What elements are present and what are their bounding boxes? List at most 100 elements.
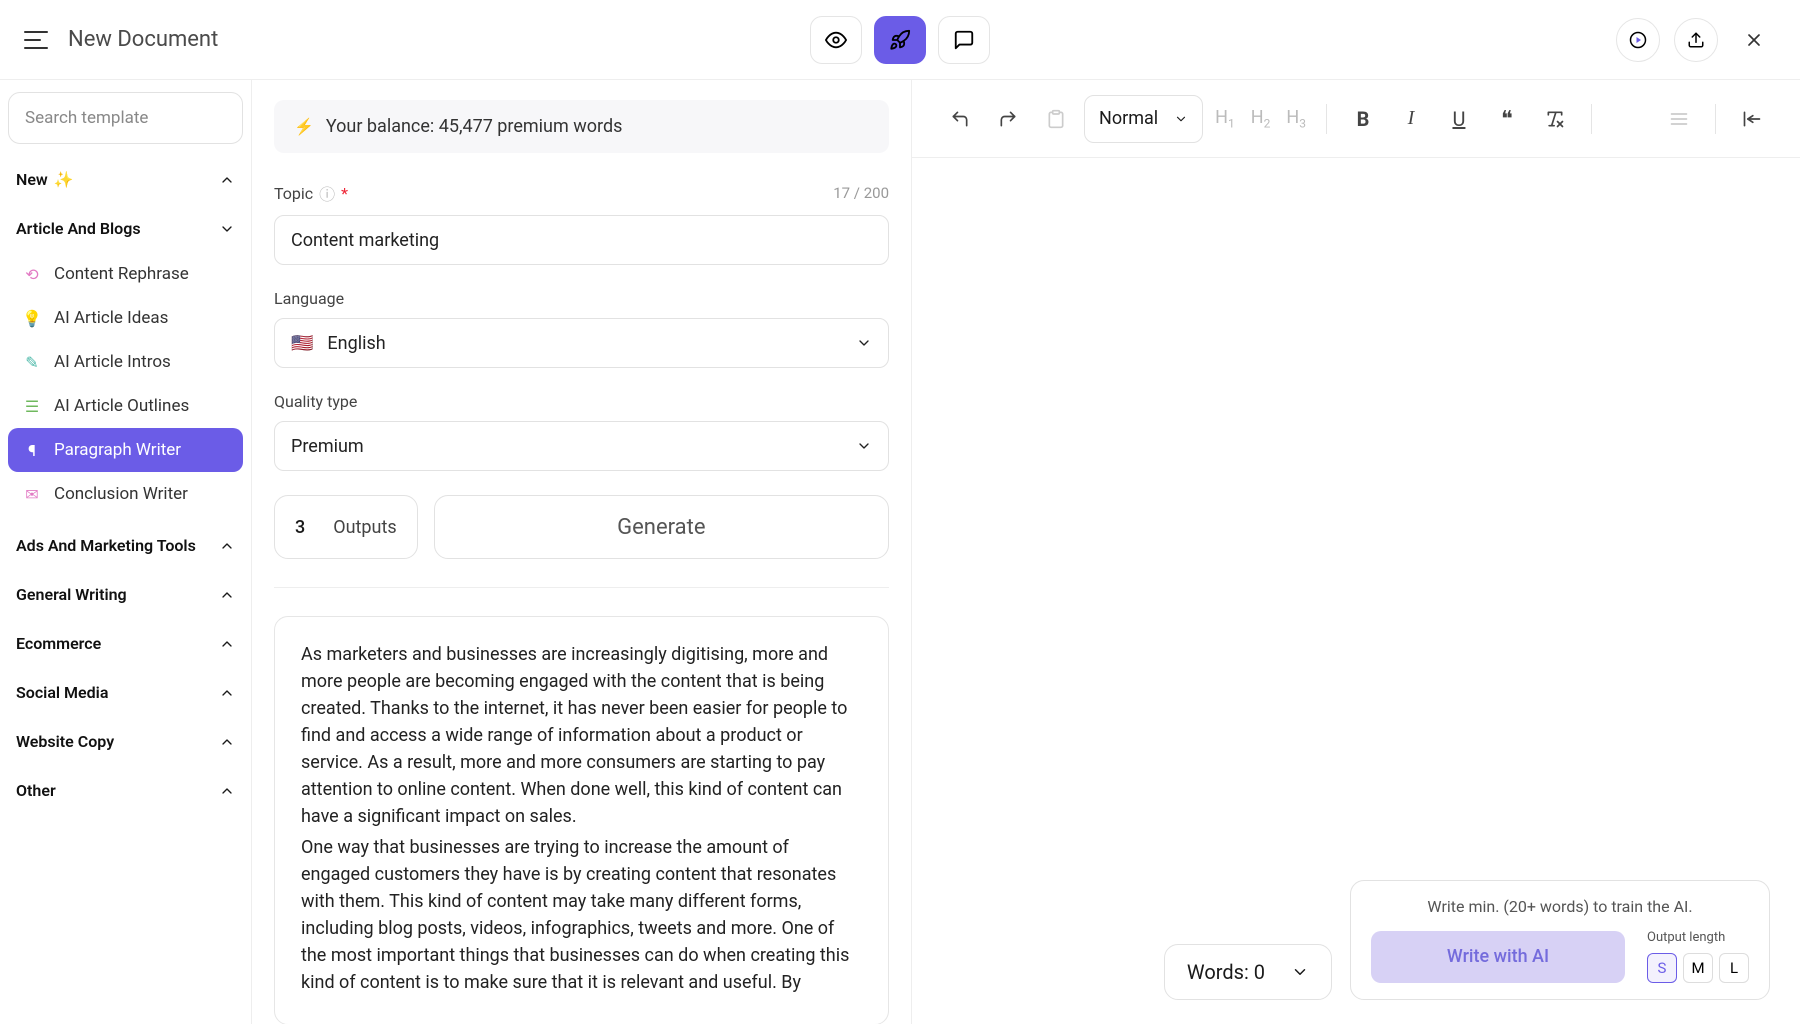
outputs-stepper[interactable]: 3 Outputs	[274, 495, 418, 559]
play-button[interactable]	[1616, 18, 1660, 62]
paragraph-style-select[interactable]: Normal	[1084, 95, 1203, 143]
redo-button[interactable]	[988, 99, 1028, 139]
group-website[interactable]: Website Copy	[8, 720, 243, 763]
collapse-button[interactable]	[1732, 99, 1772, 139]
chat-icon	[953, 29, 975, 51]
language-select[interactable]: 🇺🇸 English	[274, 318, 889, 368]
italic-icon: I	[1408, 107, 1415, 130]
length-m-button[interactable]: M	[1683, 953, 1713, 983]
sidebar-item-label: Content Rephrase	[54, 264, 189, 284]
flag-icon: 🇺🇸	[291, 333, 313, 354]
group-ecommerce[interactable]: Ecommerce	[8, 622, 243, 665]
rephrase-icon: ⟲	[22, 264, 42, 284]
upload-icon	[1687, 31, 1705, 49]
undo-icon	[950, 109, 970, 129]
config-panel: ⚡ Your balance: 45,477 premium words Top…	[252, 80, 912, 1024]
chevron-up-icon	[219, 783, 235, 799]
close-button[interactable]	[1732, 18, 1776, 62]
sidebar-item-paragraph-writer[interactable]: ¶Paragraph Writer	[8, 428, 243, 472]
outputs-number: 3	[295, 517, 305, 538]
sidebar-item-content-rephrase[interactable]: ⟲ Content Rephrase	[8, 252, 243, 296]
eye-icon	[825, 29, 847, 51]
group-ads[interactable]: Ads And Marketing Tools	[8, 524, 243, 567]
group-other[interactable]: Other	[8, 769, 243, 812]
heading1-button[interactable]: H1	[1211, 107, 1239, 131]
group-new-label: New	[16, 170, 48, 189]
required-mark: *	[341, 184, 348, 203]
info-icon[interactable]: ⓘ	[319, 181, 335, 205]
play-icon	[1629, 31, 1647, 49]
underline-button[interactable]: U	[1439, 99, 1479, 139]
chevron-up-icon	[219, 734, 235, 750]
sidebar-item-conclusion-writer[interactable]: ✉Conclusion Writer	[8, 472, 243, 516]
sidebar-item-ai-article-outlines[interactable]: ☰AI Article Outlines	[8, 384, 243, 428]
chat-button[interactable]	[938, 16, 990, 64]
italic-button[interactable]: I	[1391, 99, 1431, 139]
close-icon	[1744, 30, 1764, 50]
chevron-down-icon	[1174, 112, 1188, 126]
language-value: English	[327, 333, 385, 354]
undo-button[interactable]	[940, 99, 980, 139]
group-other-label: Other	[16, 781, 56, 800]
bolt-icon: ⚡	[294, 117, 314, 136]
clear-format-icon	[1545, 109, 1565, 129]
chevron-down-icon	[856, 335, 872, 351]
length-s-button[interactable]: S	[1647, 953, 1677, 983]
clipboard-button[interactable]	[1036, 99, 1076, 139]
outputs-label: Outputs	[333, 517, 396, 538]
ai-hint: Write min. (20+ words) to train the AI.	[1371, 897, 1749, 916]
clear-format-button[interactable]	[1535, 99, 1575, 139]
output-length-label: Output length	[1647, 930, 1749, 945]
chevron-up-icon	[219, 587, 235, 603]
search-input[interactable]	[8, 92, 243, 144]
chevron-down-icon	[1291, 963, 1309, 981]
app-header: New Document	[0, 0, 1800, 80]
menu-icon[interactable]	[24, 31, 48, 49]
redo-icon	[998, 109, 1018, 129]
chevron-up-icon	[219, 685, 235, 701]
topic-input[interactable]	[274, 215, 889, 265]
group-general[interactable]: General Writing	[8, 573, 243, 616]
topic-char-count: 17 / 200	[833, 184, 889, 202]
sidebar-item-ai-article-ideas[interactable]: 💡AI Article Ideas	[8, 296, 243, 340]
quote-icon: ❝	[1501, 106, 1513, 132]
topic-label: Topic	[274, 184, 313, 203]
word-count-select[interactable]: Words: 0	[1164, 944, 1332, 1000]
sidebar-item-ai-article-intros[interactable]: ✎AI Article Intros	[8, 340, 243, 384]
group-social-label: Social Media	[16, 683, 108, 702]
template-sidebar: New ✨ Article And Blogs ⟲ Content Rephras…	[0, 80, 252, 1024]
group-article-label: Article And Blogs	[16, 219, 141, 238]
chevron-up-icon	[219, 636, 235, 652]
heading3-button[interactable]: H3	[1282, 107, 1310, 131]
heading2-button[interactable]: H2	[1247, 107, 1275, 131]
launch-button[interactable]	[874, 16, 926, 64]
sidebar-item-label: AI Article Outlines	[54, 396, 189, 416]
quote-button[interactable]: ❝	[1487, 99, 1527, 139]
generate-button[interactable]: Generate	[434, 495, 889, 559]
balance-bar: ⚡ Your balance: 45,477 premium words	[274, 100, 889, 153]
group-new[interactable]: New ✨	[8, 158, 243, 201]
group-article[interactable]: Article And Blogs	[8, 207, 243, 250]
group-social[interactable]: Social Media	[8, 671, 243, 714]
sidebar-item-label: AI Article Intros	[54, 352, 171, 372]
length-l-button[interactable]: L	[1719, 953, 1749, 983]
group-ads-label: Ads And Marketing Tools	[16, 536, 196, 555]
collapse-icon	[1742, 109, 1762, 129]
editor-panel: Normal H1 H2 H3 B I U ❝	[912, 80, 1800, 1024]
preview-button[interactable]	[810, 16, 862, 64]
align-button[interactable]	[1659, 99, 1699, 139]
document-title[interactable]: New Document	[68, 27, 218, 52]
sidebar-item-label: AI Article Ideas	[54, 308, 168, 328]
export-button[interactable]	[1674, 18, 1718, 62]
result-card[interactable]: As marketers and businesses are increasi…	[274, 616, 889, 1024]
bold-button[interactable]: B	[1343, 99, 1383, 139]
word-count-label: Words: 0	[1187, 960, 1265, 984]
quality-select[interactable]: Premium	[274, 421, 889, 471]
quality-label: Quality type	[274, 392, 357, 411]
result-paragraph: One way that businesses are trying to in…	[301, 834, 862, 996]
balance-text: Your balance: 45,477 premium words	[326, 116, 622, 137]
write-with-ai-button[interactable]: Write with AI	[1371, 931, 1625, 983]
chevron-up-icon	[219, 172, 235, 188]
quality-value: Premium	[291, 436, 364, 457]
result-paragraph: As marketers and businesses are increasi…	[301, 641, 862, 830]
